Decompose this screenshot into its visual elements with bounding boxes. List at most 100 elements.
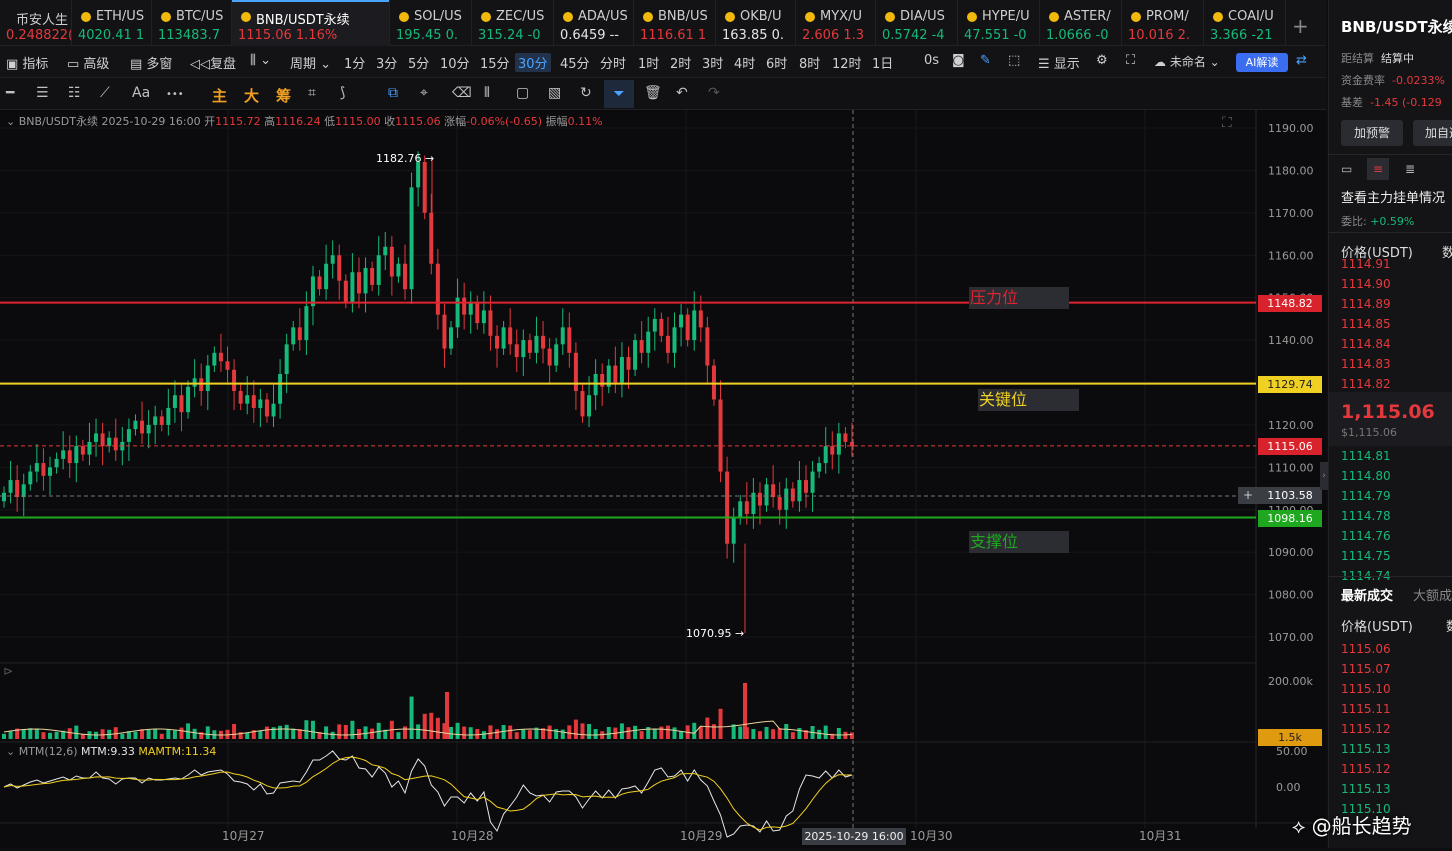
maximize-icon[interactable]: ⛶ (1222, 115, 1232, 131)
edit-icon[interactable]: ⌗ (308, 85, 316, 101)
orderbook-row[interactable]: 1114.84 (1341, 337, 1391, 351)
tab-5[interactable]: ZEC/US 315.24 -0 (472, 0, 554, 46)
tab-7[interactable]: BNB/US 1116.61 1 (634, 0, 716, 46)
trash-icon[interactable]: 🗑 (644, 85, 662, 101)
tab-13[interactable]: PROM/10.016 2. (1122, 0, 1204, 46)
add-favorite-button[interactable]: 加自选 (1413, 120, 1452, 146)
tab-8[interactable]: OKB/U 163.85 0. (716, 0, 796, 46)
display-button[interactable]: ☰ 显示 (1038, 53, 1080, 72)
tab-9[interactable]: MYX/U 2.606 1.3 (796, 0, 876, 46)
text-tool-button[interactable]: Aa (132, 85, 150, 101)
tab-1[interactable]: ETH/US 4020.41 1 (72, 0, 152, 46)
orderbook-row[interactable]: 1114.91 (1341, 257, 1391, 271)
period-3分[interactable]: 3分 (376, 53, 397, 72)
chart-area[interactable]: 1190.001180.001170.001160.001150.001140.… (0, 110, 1326, 848)
orderbook-row[interactable]: 1114.79 (1341, 489, 1391, 503)
period-分时[interactable]: 分时 (600, 53, 626, 72)
orderbook-row[interactable]: 1114.83 (1341, 357, 1391, 371)
redo-icon[interactable]: ↷ (708, 85, 720, 101)
tab-4[interactable]: SOL/US 195.45 0. (390, 0, 472, 46)
add-alert-icon[interactable]: + (1238, 487, 1258, 504)
period-6时[interactable]: 6时 (766, 53, 787, 72)
horizontal-line-icon[interactable]: ━ (6, 85, 14, 101)
ruler-icon[interactable]: ⌖ (420, 85, 428, 101)
chart-type-icon[interactable]: ⫼ ⌄ (250, 53, 271, 68)
layout-icon[interactable]: ⬚ (1008, 53, 1020, 68)
tab-11[interactable]: HYPE/U 47.551 -0 (958, 0, 1040, 46)
period-2时[interactable]: 2时 (670, 53, 691, 72)
period-dropdown[interactable]: 周期 ⌄ (290, 53, 331, 72)
tab-10[interactable]: DIA/US 0.5742 -4 (876, 0, 958, 46)
orderbook-row[interactable]: 1114.76 (1341, 529, 1391, 543)
chip-button[interactable]: 筹 (276, 85, 291, 106)
panel-toggle-icon[interactable]: › (1320, 462, 1328, 490)
brush-icon[interactable]: ⟆ (340, 85, 345, 101)
period-4时[interactable]: 4时 (734, 53, 755, 72)
orderbook-row[interactable]: 1114.78 (1341, 509, 1391, 523)
key-level-label[interactable]: 关键位 (978, 389, 1079, 411)
share-icon[interactable]: ⇄ (1296, 53, 1307, 68)
filter-icon[interactable]: ⏷ (604, 80, 634, 108)
period-10分[interactable]: 10分 (440, 53, 470, 72)
expand-volume-icon[interactable]: ⊳ (3, 664, 13, 678)
orderbook-row[interactable]: 1114.85 (1341, 317, 1391, 331)
big-trades-tab[interactable]: 大额成 (1413, 585, 1452, 604)
orderbook-row[interactable]: 1114.80 (1341, 469, 1391, 483)
latest-trades-tab[interactable]: 最新成交 (1341, 585, 1393, 604)
orderbook-asks-icon[interactable]: ≡ (1367, 158, 1389, 180)
trend-line-icon[interactable]: ⟋ (100, 85, 110, 101)
tab-3[interactable]: BNB/USDT永续 1115.06 1.16% (232, 0, 390, 46)
period-45分[interactable]: 45分 (560, 53, 590, 72)
period-30分[interactable]: 30分 (515, 53, 551, 72)
settings-gear-icon[interactable]: ⚙ (1096, 53, 1108, 68)
clipboard-icon[interactable]: ▢ (516, 85, 529, 101)
collapse-icon[interactable]: ⌄ (6, 115, 19, 128)
tab-2[interactable]: BTC/US 113483.7 (152, 0, 232, 46)
pen-icon[interactable]: ✎ (980, 53, 991, 68)
orderbook-both-icon[interactable]: ▭ (1341, 162, 1352, 176)
multi-line-icon[interactable]: ☰ (36, 85, 49, 101)
layout-name-dropdown[interactable]: ☁ 未命名 ⌄ (1154, 53, 1220, 70)
orderbook-row[interactable]: 1114.82 (1341, 377, 1391, 391)
orderbook-row[interactable]: 1114.90 (1341, 277, 1391, 291)
orderbook-row[interactable]: 1114.75 (1341, 549, 1391, 563)
main-indicator-button[interactable]: 主 (212, 85, 227, 106)
parallel-channel-icon[interactable]: ☷ (68, 85, 81, 101)
tab-14[interactable]: COAI/U 3.366 -21 (1204, 0, 1286, 46)
multi-window-button[interactable]: ▤ 多窗 (130, 53, 172, 72)
period-12时[interactable]: 12时 (832, 53, 862, 72)
ai-analysis-button[interactable]: AI解读 (1236, 53, 1288, 72)
tab-0[interactable]: 币安人生 0.248822( (0, 0, 72, 46)
period-1分[interactable]: 1分 (344, 53, 365, 72)
note-icon[interactable]: ▧ (548, 85, 561, 101)
orderbook-row[interactable]: 1114.81 (1341, 449, 1391, 463)
undo-icon[interactable]: ↶ (676, 85, 688, 101)
add-tab-icon[interactable]: + (1292, 14, 1309, 38)
period-1时[interactable]: 1时 (638, 53, 659, 72)
support-level-label[interactable]: 支撑位 (969, 531, 1069, 553)
orderbook-row[interactable]: 1114.89 (1341, 297, 1391, 311)
advanced-button[interactable]: ▭ 高级 (67, 53, 109, 72)
candle-tool-icon[interactable]: ⫴ (484, 85, 490, 101)
more-tools-button[interactable]: ••• (166, 89, 184, 100)
mtm-collapse-icon[interactable]: ⌄ (6, 745, 19, 758)
link-icon[interactable]: ↻ (580, 85, 592, 101)
period-15分[interactable]: 15分 (480, 53, 510, 72)
camera-icon[interactable]: ◙ (952, 53, 965, 68)
replay-button[interactable]: ◁◁复盘 (190, 53, 236, 72)
period-3时[interactable]: 3时 (702, 53, 723, 72)
candlestick-chart[interactable]: 1190.001180.001170.001160.001150.001140.… (0, 110, 1326, 848)
eraser-icon[interactable]: ⌫ (452, 85, 472, 101)
indicator-button[interactable]: ▣ 指标 (6, 53, 48, 72)
big-order-button[interactable]: 大 (244, 85, 259, 106)
orderbook-bids-icon[interactable]: ≣ (1405, 162, 1415, 176)
fullscreen-icon[interactable]: ⛶ (1126, 53, 1135, 68)
magnet-icon[interactable]: ⧉ (388, 85, 398, 101)
main-orders-link[interactable]: 查看主力挂单情况 (1341, 187, 1445, 206)
period-8时[interactable]: 8时 (799, 53, 820, 72)
period-5分[interactable]: 5分 (408, 53, 429, 72)
period-1日[interactable]: 1日 (872, 53, 893, 72)
resistance-level-label[interactable]: 压力位 (969, 287, 1069, 309)
tab-6[interactable]: ADA/US 0.6459 -- (554, 0, 634, 46)
tab-12[interactable]: ASTER/1.0666 -0 (1040, 0, 1122, 46)
